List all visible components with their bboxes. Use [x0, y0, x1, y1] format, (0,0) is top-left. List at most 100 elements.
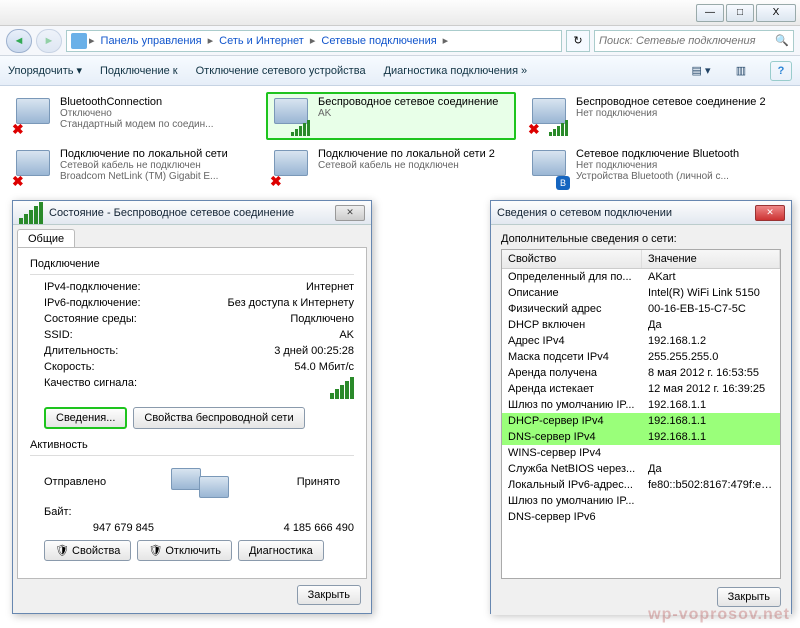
connection-icon: ✖ — [270, 148, 312, 190]
connection-status: Нет подключения — [576, 160, 770, 171]
table-row[interactable]: Маска подсети IPv4255.255.255.0 — [502, 349, 780, 365]
bytes-sent-value: 947 679 845 — [44, 522, 154, 534]
search-field[interactable] — [599, 35, 775, 47]
status-dialog: Состояние - Беспроводное сетевое соедине… — [12, 200, 372, 614]
group-activity-label: Активность — [30, 439, 354, 451]
wireless-properties-button[interactable]: Свойства беспроводной сети — [133, 407, 304, 429]
connections-list: ✖BluetoothConnectionОтключеноСтандартный… — [0, 86, 800, 198]
connection-device: Устройства Bluetooth (личной с... — [576, 171, 770, 182]
property-cell: WINS-сервер IPv4 — [502, 446, 642, 460]
property-cell: Шлюз по умолчанию IP... — [502, 398, 642, 412]
diagnose-button[interactable]: Диагностика — [238, 540, 324, 561]
details-table: Свойство Значение Определенный для по...… — [501, 249, 781, 579]
col-value-header[interactable]: Значение — [642, 250, 780, 268]
property-cell: Описание — [502, 286, 642, 300]
received-label: Принято — [297, 476, 340, 488]
ipv6-value: Без доступа к Интернету — [227, 297, 354, 309]
view-mode-button[interactable]: ▤ ▾ — [690, 61, 712, 81]
details-dialog: Сведения о сетевом подключении ✕ Дополни… — [490, 200, 792, 614]
sent-label: Отправлено — [44, 476, 106, 488]
toolbar: Упорядочить ▾ Подключение к Отключение с… — [0, 56, 800, 86]
help-button[interactable]: ? — [770, 61, 792, 81]
connection-name: Подключение по локальной сети 2 — [318, 148, 512, 160]
media-state-value: Подключено — [290, 313, 354, 325]
value-cell: Да — [642, 462, 780, 476]
search-input[interactable]: 🔍 — [594, 30, 794, 52]
value-cell: 192.168.1.1 — [642, 414, 780, 428]
connection-item[interactable]: Беспроводное сетевое соединениеAK — [266, 92, 516, 140]
disable-device-button[interactable]: Отключение сетевого устройства — [196, 65, 366, 77]
value-cell: 00-16-EB-15-C7-5C — [642, 302, 780, 316]
dialog-titlebar[interactable]: Состояние - Беспроводное сетевое соедине… — [13, 201, 371, 225]
breadcrumb-item[interactable]: Панель управления — [97, 35, 206, 47]
table-row[interactable]: Шлюз по умолчанию IP...192.168.1.1 — [502, 397, 780, 413]
property-cell: Служба NetBIOS через... — [502, 462, 642, 476]
organize-menu[interactable]: Упорядочить ▾ — [8, 64, 82, 77]
tab-general[interactable]: Общие — [17, 229, 75, 247]
connect-to-button[interactable]: Подключение к — [100, 65, 178, 77]
details-subtitle: Дополнительные сведения о сети: — [501, 233, 781, 245]
close-button[interactable]: X — [756, 4, 796, 22]
duration-label: Длительность: — [44, 345, 274, 357]
table-row[interactable]: Локальный IPv6-адрес...fe80::b502:8167:4… — [502, 477, 780, 493]
forward-button[interactable]: ► — [36, 29, 62, 53]
property-cell: DNS-сервер IPv4 — [502, 430, 642, 444]
value-cell: AKart — [642, 270, 780, 284]
table-row[interactable]: DHCP включенДа — [502, 317, 780, 333]
connection-icon: B — [528, 148, 570, 190]
refresh-button[interactable]: ↻ — [566, 30, 590, 52]
table-row[interactable]: ОписаниеIntel(R) WiFi Link 5150 — [502, 285, 780, 301]
breadcrumb-item[interactable]: Сеть и Интернет — [215, 35, 308, 47]
back-button[interactable]: ◄ — [6, 29, 32, 53]
table-row[interactable]: Служба NetBIOS через...Да — [502, 461, 780, 477]
property-cell: Маска подсети IPv4 — [502, 350, 642, 364]
value-cell: 192.168.1.1 — [642, 430, 780, 444]
activity-icon — [171, 462, 231, 502]
close-button[interactable]: Закрыть — [717, 587, 781, 607]
close-button[interactable]: Закрыть — [297, 585, 361, 605]
address-bar: ◄ ► ▸ Панель управления ▸ Сеть и Интерне… — [0, 26, 800, 56]
bytes-received-value: 4 185 666 490 — [244, 522, 354, 534]
details-button[interactable]: Сведения... — [44, 407, 127, 429]
connection-item[interactable]: ✖BluetoothConnectionОтключеноСтандартный… — [8, 92, 258, 140]
table-row[interactable]: Аренда истекает12 мая 2012 г. 16:39:25 — [502, 381, 780, 397]
value-cell — [642, 510, 780, 524]
ipv4-value: Интернет — [306, 281, 354, 293]
properties-button[interactable]: 🛡 Свойства — [44, 540, 131, 561]
value-cell: fe80::b502:8167:479f:e5af%14 — [642, 478, 780, 492]
bytes-label: Байт: — [44, 506, 354, 518]
col-property-header[interactable]: Свойство — [502, 250, 642, 268]
minimize-button[interactable]: — — [696, 4, 724, 22]
preview-pane-button[interactable]: ▥ — [730, 61, 752, 81]
connection-item[interactable]: ✖Подключение по локальной сетиСетевой ка… — [8, 144, 258, 192]
connection-item[interactable]: B Сетевое подключение BluetoothНет подклю… — [524, 144, 774, 192]
breadcrumb-item[interactable]: Сетевые подключения — [317, 35, 440, 47]
breadcrumb[interactable]: ▸ Панель управления ▸ Сеть и Интернет ▸ … — [66, 30, 562, 52]
connection-name: Сетевое подключение Bluetooth — [576, 148, 770, 160]
property-cell: DNS-сервер IPv6 — [502, 510, 642, 524]
table-row[interactable]: Аренда получена8 мая 2012 г. 16:53:55 — [502, 365, 780, 381]
maximize-button[interactable]: □ — [726, 4, 754, 22]
table-row[interactable]: WINS-сервер IPv4 — [502, 445, 780, 461]
disable-button[interactable]: 🛡 Отключить — [137, 540, 232, 561]
property-cell: Локальный IPv6-адрес... — [502, 478, 642, 492]
table-row[interactable]: Физический адрес00-16-EB-15-C7-5C — [502, 301, 780, 317]
group-connection-label: Подключение — [30, 258, 354, 270]
table-row[interactable]: DNS-сервер IPv6 — [502, 509, 780, 525]
diagnose-button[interactable]: Диагностика подключения » — [384, 65, 528, 77]
connection-item[interactable]: ✖Беспроводное сетевое соединение 2Нет по… — [524, 92, 774, 140]
connection-item[interactable]: ✖Подключение по локальной сети 2Сетевой … — [266, 144, 516, 192]
connection-status: AK — [318, 108, 512, 119]
table-row[interactable]: Адрес IPv4192.168.1.2 — [502, 333, 780, 349]
table-row[interactable]: DNS-сервер IPv4192.168.1.1 — [502, 429, 780, 445]
table-row[interactable]: Шлюз по умолчанию IP... — [502, 493, 780, 509]
duration-value: 3 дней 00:25:28 — [274, 345, 354, 357]
table-row[interactable]: DHCP-сервер IPv4192.168.1.1 — [502, 413, 780, 429]
table-row[interactable]: Определенный для по...AKart — [502, 269, 780, 285]
value-cell: Да — [642, 318, 780, 332]
value-cell: 255.255.255.0 — [642, 350, 780, 364]
dialog-titlebar[interactable]: Сведения о сетевом подключении ✕ — [491, 201, 791, 225]
connection-icon: ✖ — [528, 96, 570, 138]
dialog-close-button[interactable]: ✕ — [755, 205, 785, 221]
dialog-close-button[interactable]: ✕ — [335, 205, 365, 221]
